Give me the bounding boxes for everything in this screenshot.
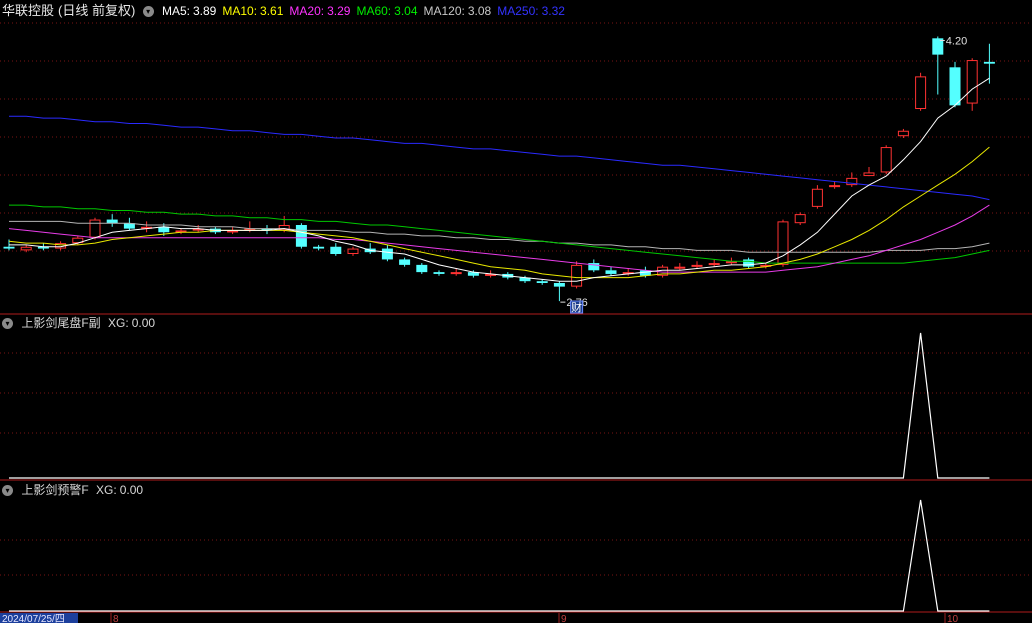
date-label: 2024/07/25/四 [2,614,65,623]
ma-legend-name: MA5: [161,4,190,18]
candle-body-up [725,261,737,264]
candle-body-up [89,219,101,238]
candle-body-down [433,272,445,274]
candle-body-up [915,76,927,109]
candle-body-up [347,248,359,254]
ma-legend-name: MA20: [289,4,325,18]
candle-body-down [295,225,307,247]
candle-body-up [674,266,686,269]
indicator-2-title[interactable]: 上影剑预警F [21,483,88,497]
ma-legend-value: 3.08 [467,4,492,18]
chevron-down-icon[interactable]: ▾ [2,485,13,497]
candle-body-up [20,246,32,251]
ma250-line [9,115,990,201]
indicator-1-xg-label: XG: [108,316,129,330]
month-label-8: 8 [113,614,119,623]
ma-legend-name: MA250: [497,4,539,18]
candle-body-up [880,147,892,173]
month-label-10: 10 [947,614,959,623]
indicator-1-series [9,332,990,479]
candle-body-down [399,259,411,265]
stock-name[interactable]: 华联控股 [2,3,54,18]
candle-body-down [381,248,393,260]
chevron-down-icon[interactable]: ▾ [2,318,13,330]
candle-body-down [3,246,15,249]
indicator-1-header: ▾ 上影剑尾盘F副 XG: 0.00 [2,314,161,332]
chevron-down-icon[interactable]: ▾ [142,6,154,18]
candle-body-down [949,67,961,106]
candle-body-up [897,130,909,137]
indicator-1-xg-value: 0.00 [131,316,156,330]
event-marker-label[interactable]: 财 [571,300,582,314]
candle-body-up [691,264,703,267]
ma-legend-item: MA10: 3.61 [222,4,283,18]
ma-legend-value: 3.32 [541,4,565,18]
candle-body-up [708,263,720,266]
candle-body-down [536,281,548,283]
candle-body-up [966,60,978,104]
ma-legend-item: MA20: 3.29 [289,4,350,18]
indicator-2-series [9,499,990,612]
indicator-2-xg-value: 0.00 [119,483,144,497]
candle-body-up [863,172,875,177]
high-price-label: 4.20 [946,36,967,48]
x-axis: 2024/07/25/四 8 9 10 [0,613,959,623]
candle-body-up [777,221,789,265]
period-label[interactable]: (日线 前复权) [58,3,135,18]
month-label-9: 9 [561,614,567,623]
candle-body-up [811,188,823,207]
candle-body-down [605,270,617,274]
candle-body-down [983,61,995,64]
candle-body-up [227,230,239,233]
ma-legend-value: 3.61 [260,4,284,18]
candle-body-up [450,272,462,275]
candle-body-up [571,264,583,287]
xg-line-2 [9,499,990,612]
candle-body-down [416,264,428,273]
ma-legend-name: MA60: [356,4,392,18]
ma-legend-item: MA60: 3.04 [356,4,417,18]
ma-legend-value: 3.89 [193,4,217,18]
candle-body-down [553,283,565,287]
indicator-2-xg-label: XG: [96,483,117,497]
ma-legend-name: MA10: [222,4,258,18]
kline-chart[interactable]: 4.20 2.76 财 2024/07/25/四 8 9 10 [0,0,1032,623]
ma-legend-name: MA120: [423,4,465,18]
ma-legend: MA5: 3.89 MA10: 3.61 MA20: 3.29 MA60: 3.04 MA120… [162,4,571,18]
candle-body-down [330,246,342,254]
candle-body-up [829,185,841,188]
ma-legend-item: MA120: 3.08 [424,4,492,18]
indicator-2-header: ▾ 上影剑预警F XG: 0.00 [2,481,149,499]
candle-body-down [106,219,118,224]
candle-body-down [313,246,325,249]
ma-legend-item: MA5: 3.89 [162,4,216,18]
ma20-line [8,204,990,273]
candlestick-series[interactable] [3,36,995,302]
ma-legend-item: MA250: 3.32 [497,4,565,18]
candle-body-up [794,214,806,224]
candle-body-up [175,230,187,233]
indicator-1-title[interactable]: 上影剑尾盘F副 [21,316,100,330]
ma-legend-value: 3.04 [394,4,418,18]
main-header: 华联控股 (日线 前复权) ▾ MA5: 3.89 MA10: 3.61 MA20: 3.2… [2,2,577,20]
ma-legend-value: 3.29 [327,4,351,18]
xg-line-1 [9,332,990,479]
candle-body-down [743,259,755,267]
